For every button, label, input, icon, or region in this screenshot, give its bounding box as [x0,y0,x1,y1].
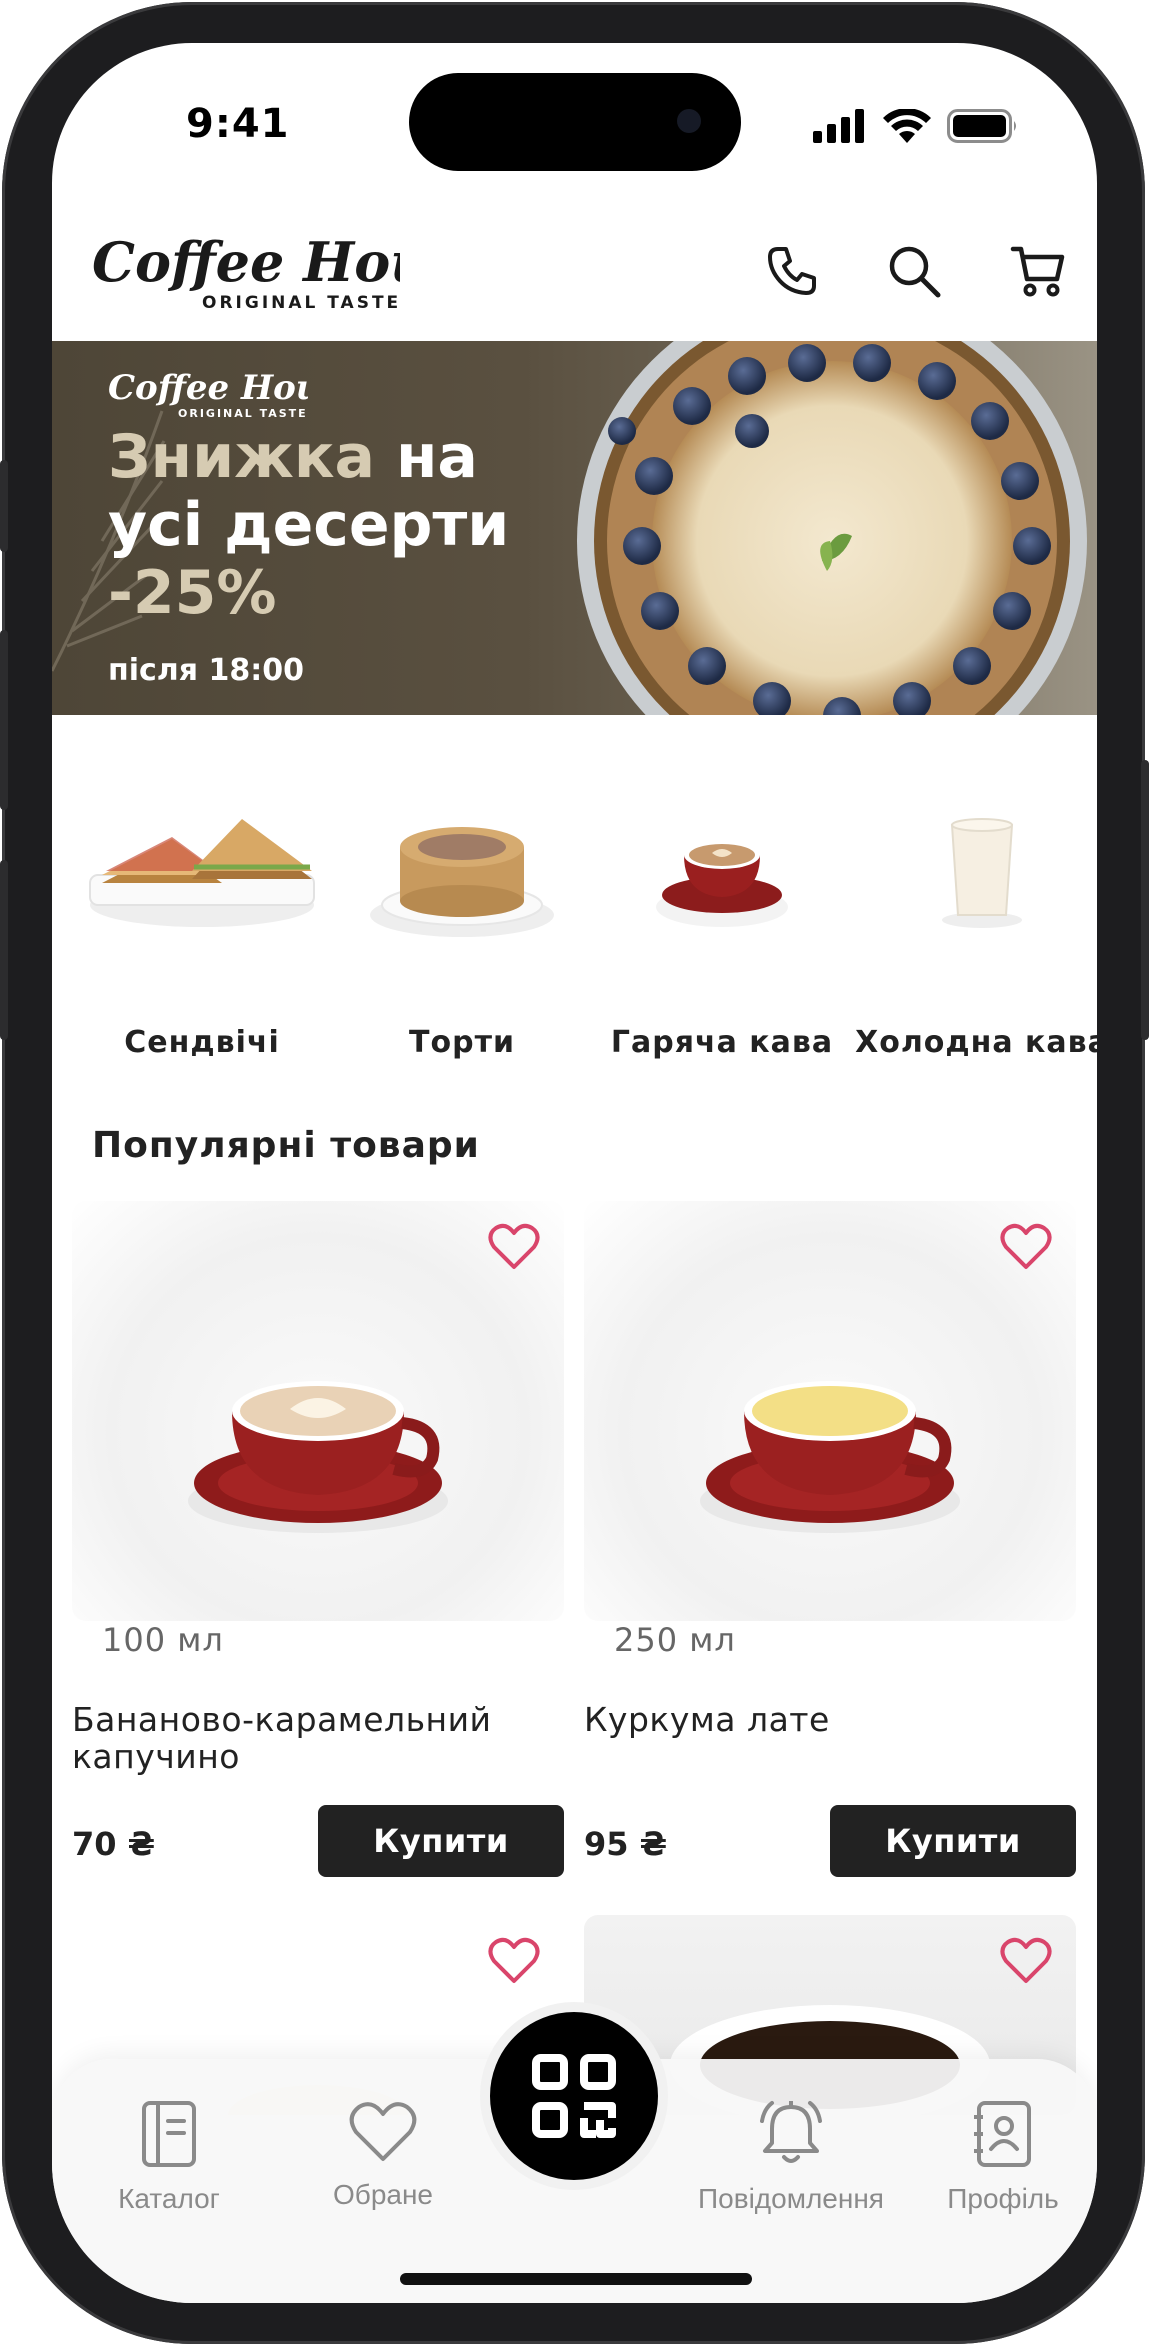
qr-scan-button[interactable] [480,2002,668,2190]
favorite-heart-icon[interactable] [1000,1937,1052,1985]
status-icons [813,103,1019,143]
cold-coffee-image [942,818,1022,928]
heart-icon [349,2102,417,2161]
banner-time-note: після 18:00 [108,653,304,688]
category-label: Холодна кава [855,1025,1097,1060]
svg-text:Coffee House: Coffee House [108,368,308,408]
popular-section-title: Популярні товари [92,1125,480,1166]
banner-title-accent: Знижка [108,422,376,492]
buy-button[interactable]: Купити [318,1805,564,1877]
search-icon[interactable] [886,243,942,299]
status-time: 9:41 [186,101,290,147]
cake-image [370,827,554,937]
app-header: Coffee House ORIGINAL TASTE [52,193,1097,343]
category-carousel[interactable]: Сендвічі Торти Гаряча кава Холодна кава [52,755,1097,1065]
banner-title-line2: усі десерти [108,490,510,560]
category-label: Торти [409,1025,515,1060]
banner-title-rest: на [395,422,478,492]
product-card[interactable]: 250 мл Куркума лате 95 ₴ Купити [584,1201,1076,1891]
nav-favorites[interactable]: Обране [308,2099,458,2211]
promo-banner[interactable]: Coffee House ORIGINAL TASTE Знижка на ус… [52,341,1097,715]
product-volume: 250 мл [614,1621,736,1659]
favorite-heart-icon[interactable] [488,1937,540,1985]
profile-contact-book-icon [974,2101,1031,2167]
volume-up-button [0,630,8,810]
catalog-book-icon [142,2101,196,2167]
coffee-house-logo[interactable]: Coffee House ORIGINAL TASTE [90,226,400,316]
bell-icon [760,2101,822,2163]
nav-notifications-label: Повідомлення [698,2183,884,2214]
phone-icon[interactable] [764,243,820,299]
banner-logo: Coffee House ORIGINAL TASTE [108,368,308,420]
category-sandwiches[interactable]: Сендвічі [72,755,332,1060]
banner-title: Знижка на усі десерти [108,423,509,559]
category-label: Сендвічі [124,1025,280,1060]
blueberry-cake-image [577,341,1087,715]
svg-text:ORIGINAL TASTE: ORIGINAL TASTE [178,407,308,420]
hot-coffee-image [656,841,788,927]
nav-favorites-label: Обране [333,2179,433,2210]
camera-icon [677,109,701,133]
nav-profile[interactable]: Профіль [928,2099,1078,2215]
nav-catalog[interactable]: Каталог [94,2099,244,2215]
product-price: 70 ₴ [72,1825,156,1863]
dynamic-island [409,73,741,171]
category-cakes[interactable]: Торти [332,755,592,1060]
signal-icon [813,109,864,143]
power-button [1141,760,1149,1040]
nav-notifications[interactable]: Повідомлення [678,2099,904,2215]
battery-icon [947,109,1016,143]
action-button [0,460,8,552]
nav-catalog-label: Каталог [118,2183,220,2214]
favorite-heart-icon[interactable] [488,1223,540,1271]
favorite-heart-icon[interactable] [1000,1223,1052,1271]
nav-profile-label: Профіль [947,2183,1059,2214]
home-indicator [400,2273,752,2285]
wifi-icon [883,109,931,143]
buy-button[interactable]: Купити [830,1805,1076,1877]
sandwich-image [89,819,315,927]
volume-down-button [0,860,8,1040]
status-bar: 9:41 [52,43,1097,193]
product-card[interactable]: 100 мл Бананово-карамельний капучино 70 … [72,1201,564,1891]
app-screen: 9:41 Coffee House ORIGINAL [52,43,1097,2303]
svg-text:ORIGINAL TASTE: ORIGINAL TASTE [202,293,400,313]
category-cold-coffee[interactable]: Холодна кава [852,755,1097,1060]
product-name[interactable]: Бананово-карамельний капучино [72,1701,552,1775]
qr-code-icon [532,2054,616,2138]
category-label: Гаряча кава [610,1025,834,1060]
product-price: 95 ₴ [584,1825,668,1863]
svg-text:Coffee House: Coffee House [92,230,400,294]
cart-icon[interactable] [1010,243,1066,299]
product-volume: 100 мл [102,1621,224,1659]
category-hot-coffee[interactable]: Гаряча кава [592,755,852,1060]
product-name[interactable]: Куркума лате [584,1701,1064,1738]
banner-discount: -25% [108,558,277,628]
